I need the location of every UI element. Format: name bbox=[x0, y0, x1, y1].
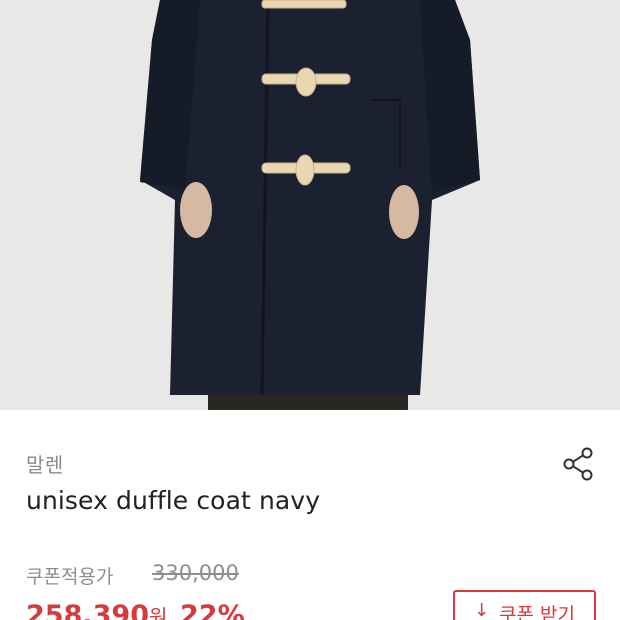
product-title: unisex duffle coat navy bbox=[26, 486, 321, 515]
brand-name[interactable]: 말렌 bbox=[26, 449, 64, 478]
sale-price: 258,390원 bbox=[26, 600, 167, 620]
download-arrow-icon: ↓ bbox=[473, 600, 490, 620]
sale-price-unit: 원 bbox=[148, 605, 168, 620]
sale-price-value: 258,390 bbox=[26, 600, 149, 620]
share-icon[interactable] bbox=[560, 446, 596, 482]
discount-rate: 22% bbox=[180, 600, 245, 620]
get-coupon-button[interactable]: ↓ 쿠폰 받기 bbox=[453, 590, 596, 620]
original-price: 330,000 bbox=[152, 561, 239, 585]
coupon-price-label: 쿠폰적용가 bbox=[26, 566, 114, 588]
get-coupon-label: 쿠폰 받기 bbox=[499, 604, 576, 620]
coat-illustration bbox=[0, 0, 620, 410]
product-photo[interactable] bbox=[0, 0, 620, 410]
